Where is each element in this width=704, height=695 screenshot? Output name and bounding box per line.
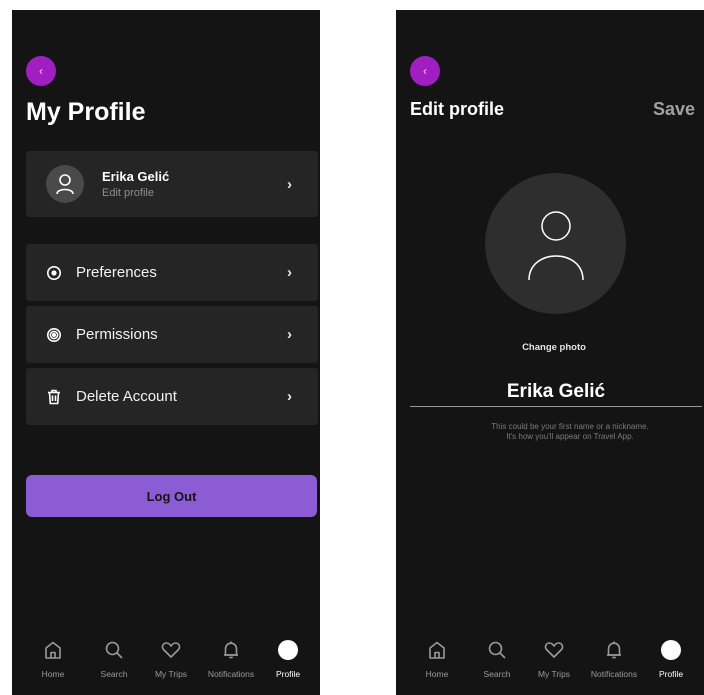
permissions-icon [45, 326, 63, 344]
change-photo-link[interactable]: Change photo [396, 342, 704, 353]
tab-label-home: Home [425, 669, 449, 679]
chevron-right-icon: › [287, 264, 292, 281]
profile-card[interactable]: Erika Gelić Edit profile › [26, 151, 318, 217]
heart-icon [544, 642, 564, 658]
tab-label-notifications: Notifications [207, 669, 255, 679]
menu-label-permissions: Permissions [76, 326, 158, 343]
profile-dot-icon [661, 640, 681, 660]
profile-dot-icon [278, 640, 298, 660]
search-icon [488, 641, 506, 659]
tab-my-trips[interactable]: My Trips [141, 637, 201, 679]
tab-notifications[interactable]: Notifications [201, 637, 261, 679]
my-profile-screen: ‹ My Profile Erika Gelić Edit profile › … [12, 10, 320, 695]
bell-icon [607, 641, 621, 659]
tab-label-search: Search [100, 669, 128, 679]
logout-button[interactable]: Log Out [26, 475, 317, 517]
edit-profile-screen: ‹ Edit profile Save Change photo This co… [396, 10, 704, 695]
home-icon [45, 641, 61, 659]
bell-icon [224, 641, 238, 659]
tab-label-home: Home [41, 669, 65, 679]
heart-icon [161, 642, 181, 658]
menu-item-permissions[interactable]: Permissions › [26, 306, 318, 363]
home-icon [429, 641, 445, 659]
chevron-right-icon: › [287, 326, 292, 343]
profile-photo[interactable] [485, 173, 626, 314]
page-title: Edit profile [410, 99, 504, 119]
chevron-right-icon: › [287, 175, 292, 193]
chevron-right-icon: › [287, 388, 292, 405]
profile-name: Erika Gelić [102, 169, 170, 184]
name-field[interactable] [410, 378, 702, 407]
tab-search[interactable]: Search [467, 637, 527, 679]
avatar [46, 165, 84, 203]
tab-bar: Home Search My Trips Notifications Profi… [12, 637, 320, 687]
tab-label-profile: Profile [275, 669, 301, 679]
tab-profile[interactable]: Profile [258, 637, 318, 679]
back-button[interactable]: ‹ [410, 56, 440, 86]
menu-label-preferences: Preferences [76, 264, 157, 281]
menu-item-preferences[interactable]: Preferences › [26, 244, 318, 301]
tab-label-my-trips: My Trips [537, 669, 571, 679]
back-chevron-icon: ‹ [39, 64, 43, 78]
menu-label-delete-account: Delete Account [76, 388, 177, 405]
tab-home[interactable]: Home [407, 637, 467, 679]
tab-bar: Home Search My Trips Notifications Profi… [396, 637, 704, 687]
tab-search[interactable]: Search [84, 637, 144, 679]
back-chevron-icon: ‹ [423, 64, 427, 78]
user-icon [527, 210, 584, 280]
back-button[interactable]: ‹ [26, 56, 56, 86]
tab-label-my-trips: My Trips [154, 669, 188, 679]
menu-item-delete-account[interactable]: Delete Account › [26, 368, 318, 425]
tab-profile[interactable]: Profile [641, 637, 701, 679]
tab-notifications[interactable]: Notifications [584, 637, 644, 679]
tab-label-profile: Profile [658, 669, 684, 679]
tab-label-search: Search [483, 669, 511, 679]
preferences-icon [45, 264, 63, 282]
tab-home[interactable]: Home [23, 637, 83, 679]
save-button[interactable]: Save [653, 99, 695, 120]
tab-my-trips[interactable]: My Trips [524, 637, 584, 679]
user-icon [56, 174, 74, 195]
helper-text: This could be your first name or a nickn… [410, 422, 704, 442]
trash-icon [45, 388, 63, 406]
page-title: My Profile [26, 98, 146, 126]
search-icon [105, 641, 123, 659]
helper-text-line-1: This could be your first name or a nickn… [491, 422, 649, 431]
edit-profile-link: Edit profile [102, 187, 154, 199]
tab-label-notifications: Notifications [590, 669, 638, 679]
helper-text-line-2: It's how you'll appear on Travel App. [506, 432, 634, 441]
